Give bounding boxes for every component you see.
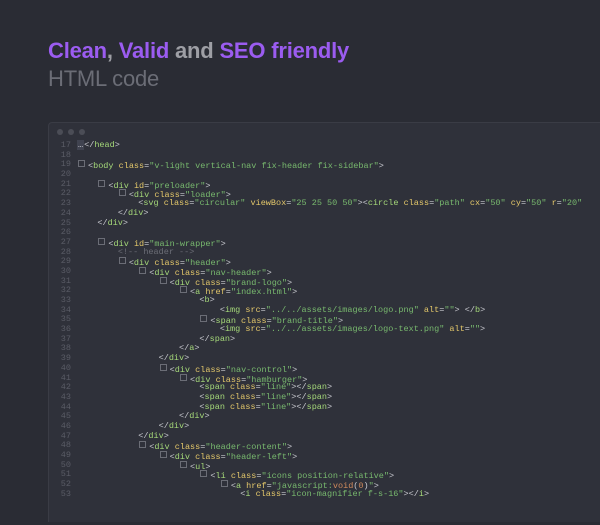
code-line[interactable]: <div class="brand-logo"> — [77, 277, 600, 287]
code-line[interactable]: <body class="v-light vertical-nav fix-he… — [77, 160, 600, 170]
code-line[interactable] — [77, 170, 600, 180]
code-line[interactable]: <div class="header"> — [77, 257, 600, 267]
code-line[interactable] — [77, 151, 600, 161]
code-line[interactable]: <li class="icons position-relative"> — [77, 470, 600, 480]
code-line[interactable]: <div id="preloader"> — [77, 180, 600, 190]
code-line[interactable]: </div> — [77, 209, 600, 219]
code-content[interactable]: …</head> <body class="v-light vertical-na… — [77, 141, 600, 499]
code-line[interactable]: </div> — [77, 354, 600, 364]
code-line[interactable]: <svg class="circular" viewBox="25 25 50 … — [77, 199, 600, 209]
line-number-gutter: 1718192021222324252627282930313233343536… — [49, 141, 77, 499]
code-line[interactable]: <ul> — [77, 461, 600, 471]
headline: Clean, Valid and SEO friendly HTML code — [0, 0, 600, 92]
code-line[interactable]: <i class="icon-magnifier f-s-16"></i> — [77, 490, 600, 500]
code-area[interactable]: 1718192021222324252627282930313233343536… — [49, 123, 600, 499]
headline-word-2: Valid — [119, 38, 169, 63]
code-line[interactable]: </div> — [77, 219, 600, 229]
window-controls — [57, 129, 85, 135]
headline-subtitle: HTML code — [48, 66, 600, 92]
code-line[interactable]: <div class="nav-control"> — [77, 364, 600, 374]
code-line[interactable]: <!-- header --> — [77, 248, 600, 258]
code-line[interactable] — [77, 228, 600, 238]
code-line[interactable]: <div class="header-content"> — [77, 441, 600, 451]
code-line[interactable]: </div> — [77, 432, 600, 442]
line-number: 53 — [49, 490, 71, 500]
code-line[interactable]: <div class="header-left"> — [77, 451, 600, 461]
headline-word-3: SEO friendly — [219, 38, 349, 63]
code-line[interactable]: <div class="nav-header"> — [77, 267, 600, 277]
window-dot-icon — [57, 129, 63, 135]
code-line[interactable]: …</head> — [77, 141, 600, 151]
headline-word-1: Clean — [48, 38, 107, 63]
code-line[interactable]: <img src="../../assets/images/logo.png" … — [77, 306, 600, 316]
headline-title: Clean, Valid and SEO friendly — [48, 38, 600, 64]
window-dot-icon — [68, 129, 74, 135]
window-dot-icon — [79, 129, 85, 135]
code-editor[interactable]: 1718192021222324252627282930313233343536… — [48, 122, 600, 522]
